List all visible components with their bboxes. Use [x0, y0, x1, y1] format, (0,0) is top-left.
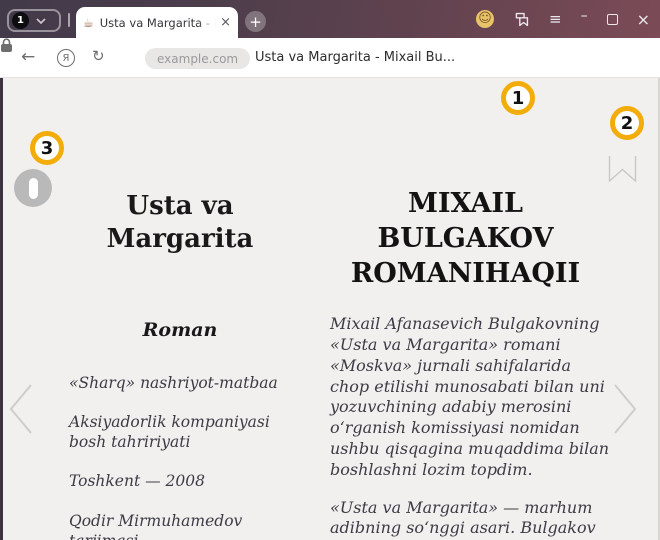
essay-title: MIXAIL BULGAKOV ROMANIHAQII — [341, 186, 591, 291]
book-title: Usta va Margarita — [85, 190, 275, 255]
annotation-circle-1: 1 — [501, 81, 535, 115]
scroll-indicator-bar — [29, 178, 38, 199]
lock-icon — [0, 38, 13, 53]
annotation-circle-3: 3 — [30, 131, 64, 165]
next-page-arrow[interactable] — [612, 382, 640, 436]
browser-toolbar: ← Я ↻ example.com Usta va Margarita - Mi… — [0, 38, 660, 78]
essay-body: Mixail Afanasevich Bulgakovning «Usta va… — [318, 314, 613, 540]
new-tab-button[interactable]: + — [245, 11, 266, 32]
yandex-search-icon[interactable]: Я — [57, 49, 75, 67]
essay-paragraph: Mixail Afanasevich Bulgakovning «Usta va… — [330, 314, 610, 480]
essay-paragraph: «Usta va Margarita» — marhum adibning so… — [330, 498, 610, 540]
browser-tab[interactable]: ☕ Usta va Margarita - Mixa × — [76, 7, 238, 38]
profile-avatar[interactable]: ☺ — [476, 10, 494, 28]
tab-count-badge: 1 — [12, 12, 29, 29]
refresh-button[interactable]: ↻ — [92, 47, 105, 65]
tab-group-button[interactable]: 1 — [7, 9, 61, 32]
menu-icon[interactable]: ≡ — [549, 10, 562, 28]
url-host-field[interactable]: example.com — [145, 48, 250, 69]
back-button[interactable]: ← — [21, 47, 35, 67]
publisher-line: «Sharq» nashriyot-matbaa — [69, 373, 305, 393]
titlebar-right-controls: ☺ ≡ – × — [476, 0, 650, 38]
address-bar-page-title[interactable]: Usta va Margarita - Mixail Bu... — [255, 50, 455, 65]
tab-title-fade — [198, 16, 216, 30]
annotation-circle-2: 2 — [610, 106, 644, 140]
publisher-line: Qodir Mirmuhamedov tarjimasi — [69, 511, 305, 540]
tab-favicon-cup-icon: ☕ — [83, 16, 94, 30]
titlebar-divider — [68, 13, 70, 27]
tab-title: Usta va Margarita - Mixa — [100, 16, 216, 30]
publisher-info: «Sharq» nashriyot-matbaa Aksiyadorlik ko… — [55, 373, 305, 540]
minimize-button[interactable]: – — [581, 8, 588, 24]
scroll-indicator-button[interactable] — [14, 169, 52, 207]
chevron-down-icon — [36, 18, 46, 24]
reader-page: Usta va Margarita Roman «Sharq» nashriyo… — [0, 78, 660, 540]
right-book-page: MIXAIL BULGAKOV ROMANIHAQII Mixail Afana… — [318, 186, 613, 540]
sidebar-bookmark-icon[interactable] — [513, 11, 530, 28]
bookmark-ribbon-icon[interactable] — [608, 156, 638, 183]
window-titlebar: 1 ☕ Usta va Margarita - Mixa × + ☺ ≡ – × — [0, 0, 660, 38]
publisher-line: Toshkent — 2008 — [69, 471, 305, 491]
book-subtitle: Roman — [55, 319, 305, 341]
left-book-page: Usta va Margarita Roman «Sharq» nashriyo… — [55, 190, 305, 540]
maximize-button[interactable] — [607, 14, 618, 25]
prev-page-arrow[interactable] — [6, 382, 34, 436]
tab-close-icon[interactable]: × — [220, 15, 231, 30]
publisher-line: Aksiyadorlik kompaniyasi bosh tahririyat… — [69, 412, 305, 452]
window-left-edge — [0, 78, 3, 540]
close-button[interactable]: × — [637, 10, 650, 29]
